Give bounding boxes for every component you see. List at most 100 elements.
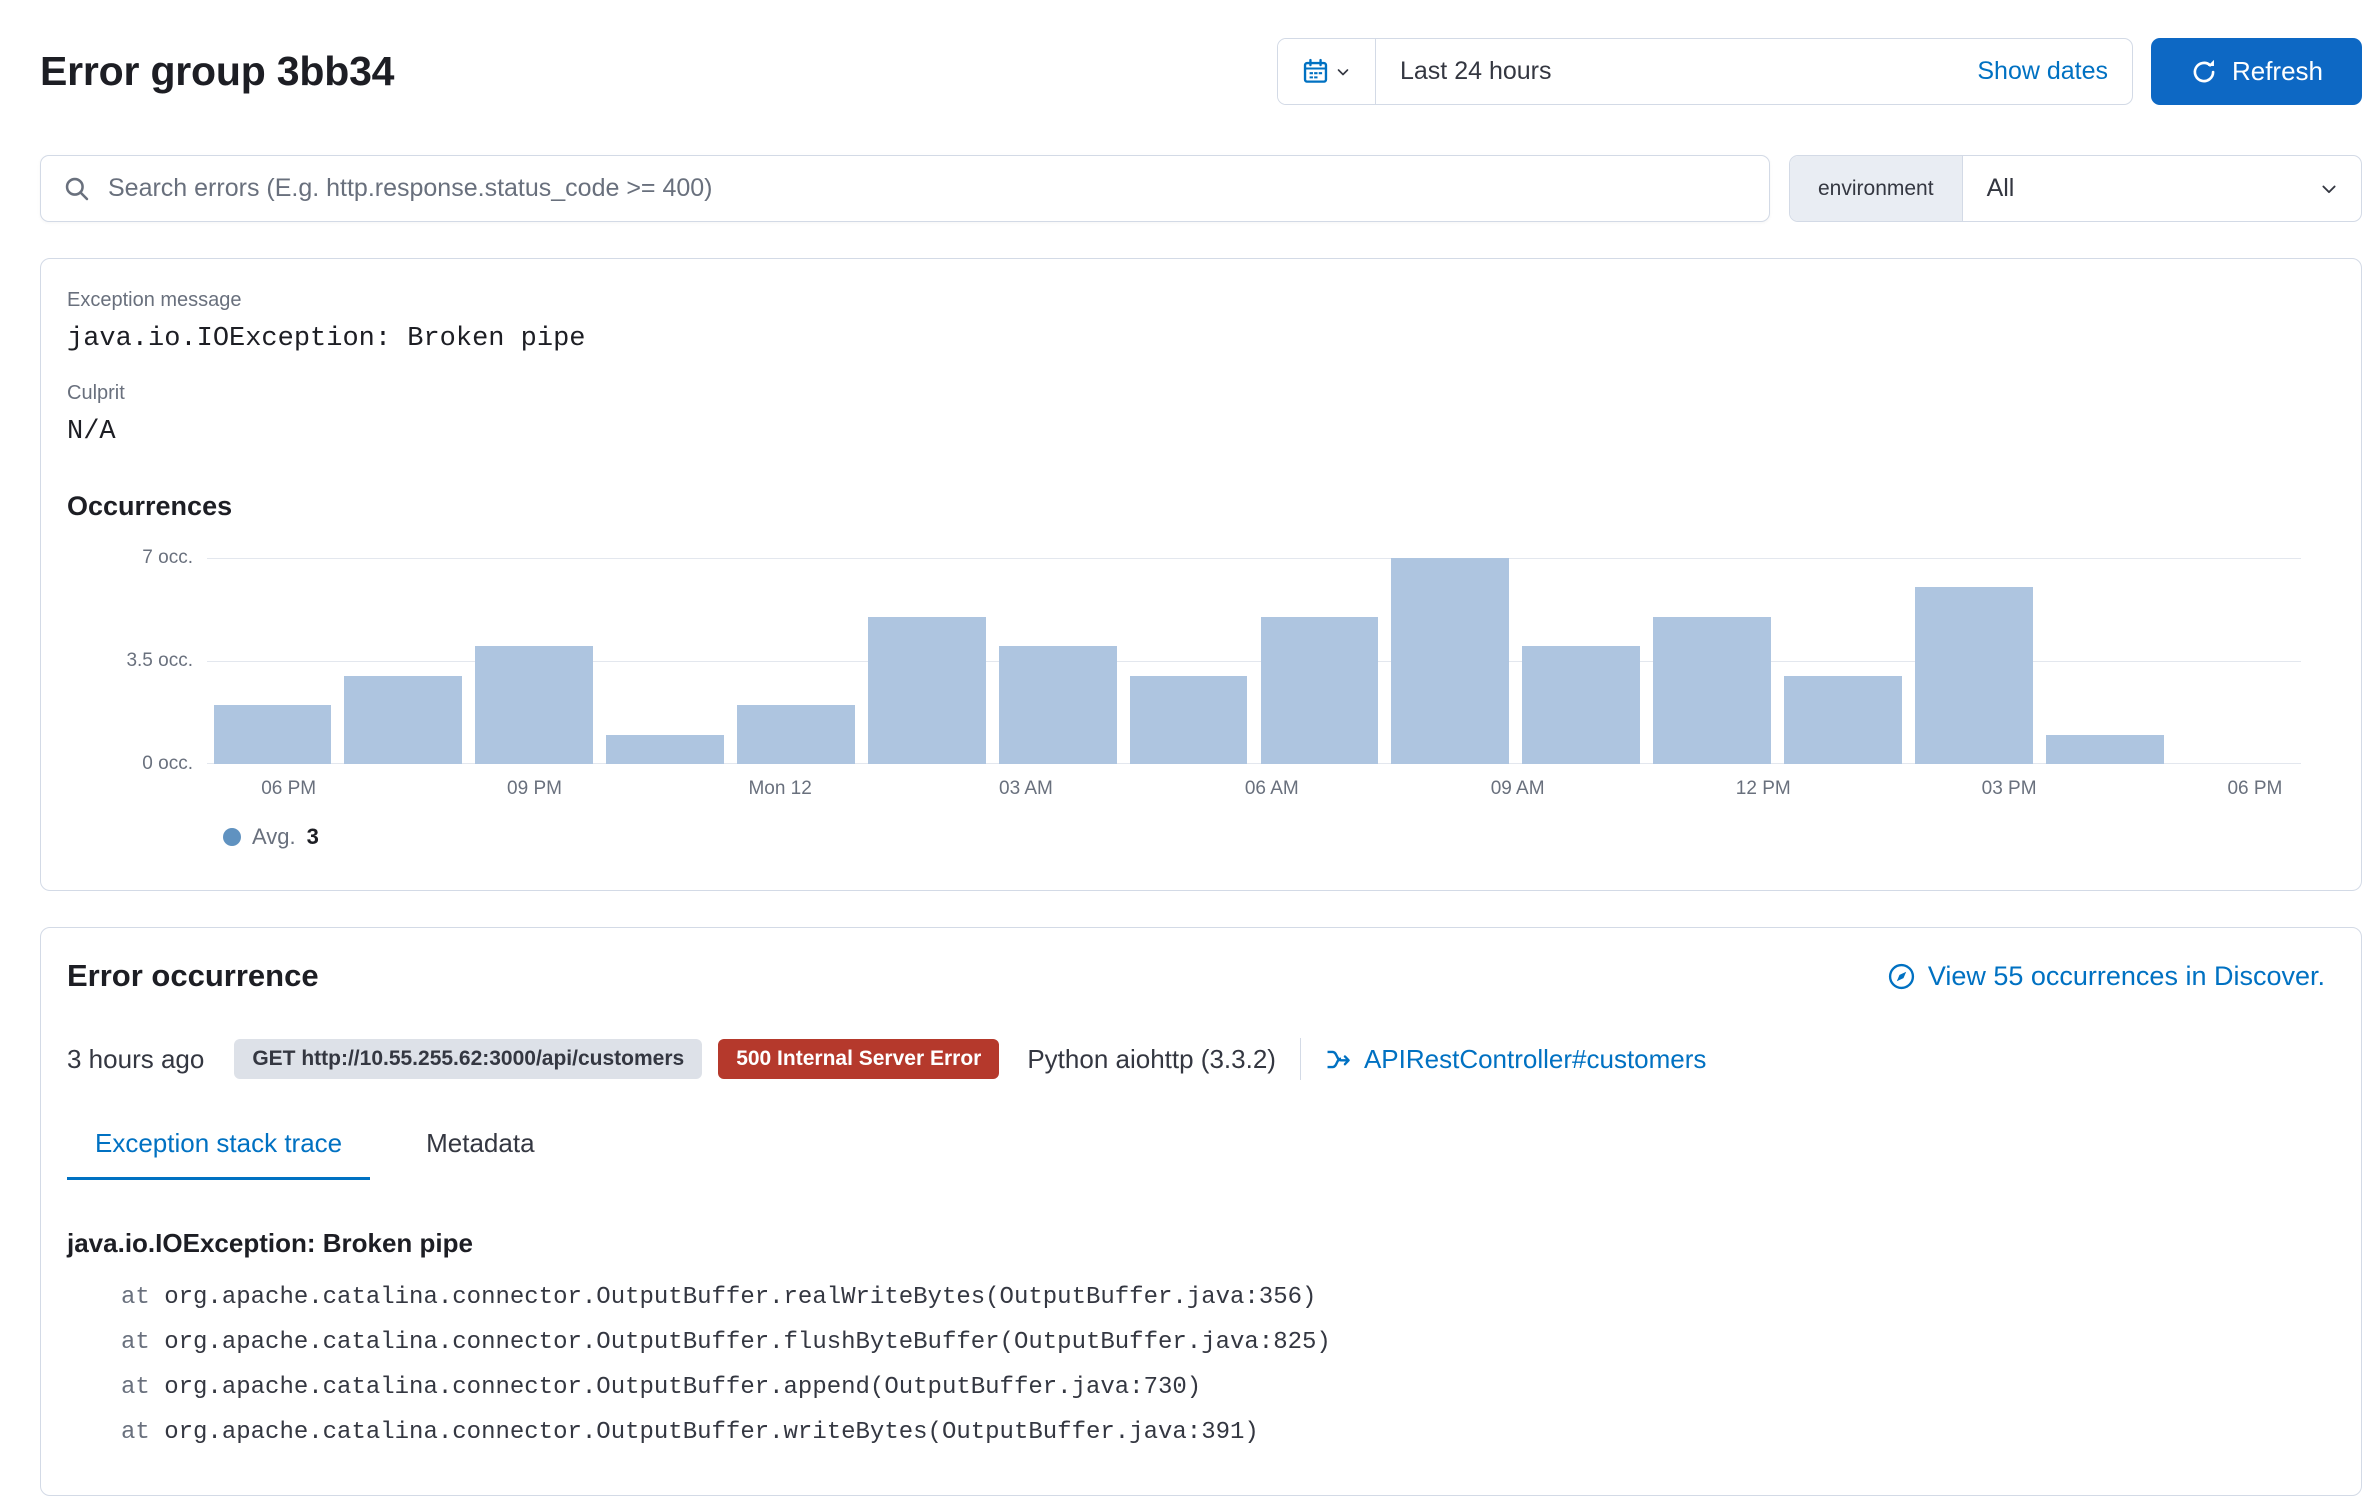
legend-dot-icon <box>223 828 241 846</box>
chart-bar <box>999 646 1117 764</box>
status-code-badge: 500 Internal Server Error <box>718 1039 999 1079</box>
chart-bar <box>214 705 332 764</box>
divider <box>1300 1038 1301 1080</box>
environment-select[interactable]: All <box>1963 156 2361 221</box>
culprit-label: Culprit <box>67 382 2325 405</box>
chart-bar <box>1653 617 1771 764</box>
environment-filter-label: environment <box>1790 156 1963 221</box>
bar-slot <box>469 558 600 764</box>
page-header: Error group 3bb34 <box>40 0 2362 105</box>
legend-value: 3 <box>307 824 319 850</box>
bar-slot <box>1385 558 1516 764</box>
chevron-down-icon <box>2319 179 2339 199</box>
occurrences-chart: 7 occ. 3.5 occ. 0 occ. 06 PM09 PMMon 120… <box>67 558 2301 850</box>
header-controls: Last 24 hours Show dates Refresh <box>1277 38 2362 105</box>
bar-slot <box>1516 558 1647 764</box>
x-tick-label: 06 PM <box>2227 778 2282 800</box>
page-title: Error group 3bb34 <box>40 48 394 95</box>
bar-slot <box>600 558 731 764</box>
bar-slot <box>2039 558 2170 764</box>
x-tick-label: Mon 12 <box>748 778 811 800</box>
bar-slot <box>1908 558 2039 764</box>
y-tick-label: 7 occ. <box>142 547 193 569</box>
transaction-link[interactable]: APIRestController#customers <box>1325 1044 1706 1075</box>
request-badge: GET http://10.55.255.62:3000/api/custome… <box>234 1039 702 1079</box>
chart-bar <box>1130 676 1248 764</box>
service-label: Python aiohttp (3.3.2) <box>1027 1044 1276 1075</box>
x-tick-label: 03 PM <box>1982 778 2037 800</box>
exception-message-label: Exception message <box>67 289 2325 312</box>
chart-plot-area: 06 PM09 PMMon 1203 AM06 AM09 AM12 PM03 P… <box>207 558 2301 764</box>
bar-slot <box>338 558 469 764</box>
bar-slot <box>992 558 1123 764</box>
chart-bar <box>1391 558 1509 764</box>
error-group-panel: Exception message java.io.IOException: B… <box>40 258 2362 891</box>
bar-slot <box>2170 558 2301 764</box>
bar-slot <box>1254 558 1385 764</box>
chart-x-ticks: 06 PM09 PMMon 1203 AM06 AM09 AM12 PM03 P… <box>207 764 2301 810</box>
bar-slot <box>1647 558 1778 764</box>
date-picker: Last 24 hours Show dates <box>1277 38 2133 105</box>
chart-bars <box>207 558 2301 764</box>
refresh-button[interactable]: Refresh <box>2151 38 2362 105</box>
environment-selected-value: All <box>1987 174 2319 203</box>
search-icon <box>63 175 90 202</box>
chart-bar <box>2046 735 2164 764</box>
chart-plot-row: 7 occ. 3.5 occ. 0 occ. 06 PM09 PMMon 120… <box>67 558 2301 764</box>
show-dates-link[interactable]: Show dates <box>1977 39 2132 104</box>
search-row: environment All <box>40 155 2362 222</box>
transaction-icon <box>1325 1046 1352 1073</box>
bar-slot <box>1123 558 1254 764</box>
occurrence-tabs: Exception stack trace Metadata <box>67 1128 2325 1180</box>
occurrence-timestamp: 3 hours ago <box>67 1044 204 1075</box>
occurrence-title: Error occurrence <box>67 958 319 994</box>
date-range-value[interactable]: Last 24 hours <box>1376 39 1977 104</box>
chart-bar <box>737 705 855 764</box>
search-box <box>40 155 1770 222</box>
chart-y-axis: 7 occ. 3.5 occ. 0 occ. <box>67 558 207 764</box>
chart-bar <box>1784 676 1902 764</box>
refresh-icon <box>2190 58 2218 86</box>
stack-frame: at org.apache.catalina.connector.OutputB… <box>67 1410 2325 1455</box>
stack-frame: at org.apache.catalina.connector.OutputB… <box>67 1275 2325 1320</box>
bar-slot <box>861 558 992 764</box>
search-input[interactable] <box>106 173 1747 204</box>
compass-icon <box>1887 962 1916 991</box>
bar-slot <box>731 558 862 764</box>
stacktrace-title: java.io.IOException: Broken pipe <box>67 1228 2325 1259</box>
culprit-value: N/A <box>67 417 2325 447</box>
x-tick-label: 12 PM <box>1736 778 1791 800</box>
y-tick-label: 0 occ. <box>142 753 193 775</box>
stack-frame: at org.apache.catalina.connector.OutputB… <box>67 1320 2325 1365</box>
environment-filter: environment All <box>1789 155 2362 222</box>
discover-link-label: View 55 occurrences in Discover. <box>1928 961 2325 992</box>
x-tick-label: 09 AM <box>1491 778 1545 800</box>
chart-bar <box>475 646 593 764</box>
legend-label: Avg. <box>252 824 296 850</box>
x-tick-label: 06 PM <box>261 778 316 800</box>
chart-bar <box>1522 646 1640 764</box>
stack-frame: at org.apache.catalina.connector.OutputB… <box>67 1365 2325 1410</box>
apm-error-group-page: Error group 3bb34 <box>0 0 2380 1496</box>
occurrences-title: Occurrences <box>67 491 2325 522</box>
error-occurrence-panel: Error occurrence View 55 occurrences in … <box>40 927 2362 1496</box>
date-quick-select-button[interactable] <box>1278 39 1376 104</box>
occurrence-meta-row: 3 hours ago GET http://10.55.255.62:3000… <box>67 1038 2325 1080</box>
discover-link[interactable]: View 55 occurrences in Discover. <box>1887 961 2325 992</box>
service-name: Python aiohttp <box>1027 1044 1193 1074</box>
x-tick-label: 03 AM <box>999 778 1053 800</box>
transaction-link-label: APIRestController#customers <box>1364 1044 1706 1075</box>
chart-bar <box>344 676 462 764</box>
bar-slot <box>1778 558 1909 764</box>
occurrence-header: Error occurrence View 55 occurrences in … <box>67 958 2325 994</box>
stack-frames: at org.apache.catalina.connector.OutputB… <box>67 1275 2325 1455</box>
chart-legend: Avg. 3 <box>223 824 2301 850</box>
tab-metadata[interactable]: Metadata <box>398 1128 562 1180</box>
tab-exception-stack-trace[interactable]: Exception stack trace <box>67 1128 370 1180</box>
chart-bar <box>1261 617 1379 764</box>
chart-bar <box>606 735 724 764</box>
exception-message-value: java.io.IOException: Broken pipe <box>67 324 2325 354</box>
chevron-down-icon <box>1335 64 1351 80</box>
y-tick-label: 3.5 occ. <box>126 650 193 672</box>
service-version: (3.3.2) <box>1201 1044 1276 1074</box>
